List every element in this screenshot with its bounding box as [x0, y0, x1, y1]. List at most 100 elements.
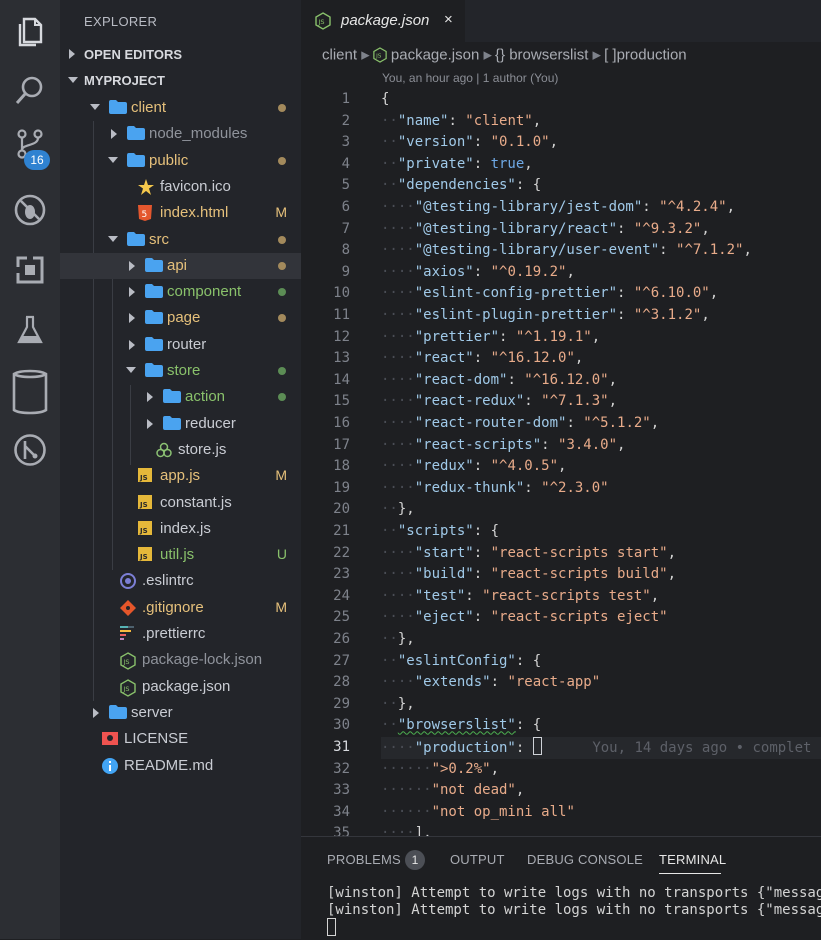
code-line[interactable]: 24 ····"test": "react-scripts test",	[301, 586, 821, 608]
code-text: ····"react-dom": "^16.12.0",	[381, 371, 618, 388]
tree-item[interactable]: favicon.ico	[60, 174, 301, 200]
tree-item[interactable]: store.js	[60, 437, 301, 463]
license-icon	[102, 731, 118, 747]
line-number: 12	[333, 328, 350, 345]
tree-item[interactable]: .gitignore M	[60, 595, 301, 621]
code-line[interactable]: 32 ······">0.2%",	[301, 759, 821, 781]
code-line[interactable]: 33 ······"not dead",	[301, 780, 821, 802]
code-line[interactable]: 21 ··"scripts": {	[301, 521, 821, 543]
tab-debug-console[interactable]: DEBUG CONSOLE	[527, 852, 643, 867]
code-line[interactable]: 23 ····"build": "react-scripts build",	[301, 564, 821, 586]
tab-problems[interactable]: PROBLEMS	[327, 852, 401, 867]
code-line[interactable]: 27 ··"eslintConfig": {	[301, 651, 821, 673]
tree-item[interactable]: JS app.js M	[60, 463, 301, 489]
tab-package-json[interactable]: JS package.json ×	[301, 0, 465, 42]
tree-item[interactable]: reducer	[60, 411, 301, 437]
code-line[interactable]: 12 ····"prettier": "^1.19.1",	[301, 327, 821, 349]
breadcrumb-object[interactable]: browserslist	[509, 47, 588, 64]
code-line[interactable]: 8 ····"@testing-library/user-event": "^7.…	[301, 240, 821, 262]
code-line[interactable]: 3 ··"version": "0.1.0",	[301, 132, 821, 154]
close-icon[interactable]: ×	[444, 11, 453, 28]
extensions-icon[interactable]	[10, 250, 50, 290]
code-line[interactable]: 15 ····"react-redux": "^7.1.3",	[301, 391, 821, 413]
flask-icon[interactable]	[10, 310, 50, 350]
project-section[interactable]: MYPROJECT	[60, 68, 301, 94]
terminal-line: [winston] Attempt to write logs with no …	[327, 902, 821, 918]
code-line[interactable]: 22 ····"start": "react-scripts start",	[301, 543, 821, 565]
database-icon[interactable]	[10, 368, 50, 416]
tree-item[interactable]: api	[60, 252, 301, 279]
code-line[interactable]: 16 ····"react-router-dom": "^5.1.2",	[301, 413, 821, 435]
git-graph-icon[interactable]	[10, 430, 50, 470]
tree-item[interactable]: .eslintrc	[60, 568, 301, 594]
tree-item[interactable]: router	[60, 332, 301, 358]
code-line[interactable]: 26 ··},	[301, 629, 821, 651]
codelens-blame[interactable]: You, an hour ago | 1 author (You)	[382, 71, 558, 85]
code-line[interactable]: 20 ··},	[301, 499, 821, 521]
breadcrumb-array[interactable]: production	[617, 47, 687, 64]
code-text: ····"@testing-library/user-event": "^7.1…	[381, 242, 752, 259]
code-line[interactable]: 29 ··},	[301, 694, 821, 716]
code-line[interactable]: 30 ··"browserslist": {	[301, 715, 821, 737]
tree-item[interactable]: JS package.json	[60, 674, 301, 700]
tab-output[interactable]: OUTPUT	[450, 852, 505, 867]
code-line[interactable]: 13 ····"react": "^16.12.0",	[301, 348, 821, 370]
tree-item[interactable]: store	[60, 358, 301, 384]
code-editor[interactable]: 1{2 ··"name": "client", 3 ··"version": "0.1…	[301, 89, 821, 836]
tree-item[interactable]: 5 index.html M	[60, 200, 301, 226]
active-tab-underline	[659, 873, 721, 874]
code-line[interactable]: 4 ··"private": true,	[301, 154, 821, 176]
line-number: 17	[333, 436, 350, 453]
tree-item[interactable]: action	[60, 384, 301, 410]
tree-item[interactable]: src	[60, 227, 301, 253]
tree-item[interactable]: JS package-lock.json	[60, 647, 301, 673]
tree-item[interactable]: LICENSE	[60, 726, 301, 752]
code-line[interactable]: 31 ····"production": You, 14 days ago • c…	[301, 737, 821, 759]
code-line[interactable]: 18 ····"redux": "^4.0.5",	[301, 456, 821, 478]
code-line[interactable]: 10 ····"eslint-config-prettier": "^6.10.0…	[301, 283, 821, 305]
code-text: ····"eslint-plugin-prettier": "^3.1.2",	[381, 307, 710, 323]
breadcrumb-file[interactable]: package.json	[391, 47, 479, 64]
tree-item[interactable]: node_modules	[60, 121, 301, 147]
terminal-line: [winston] Attempt to write logs with no …	[327, 885, 821, 901]
code-text: ··"name": "client",	[381, 112, 542, 129]
tree-item[interactable]: .prettierrc	[60, 621, 301, 647]
code-line[interactable]: 6 ····"@testing-library/jest-dom": "^4.2.…	[301, 197, 821, 219]
files-icon[interactable]	[10, 12, 50, 52]
chevron-down-icon	[126, 367, 136, 373]
code-line[interactable]: 14 ····"react-dom": "^16.12.0",	[301, 370, 821, 392]
line-number: 20	[333, 501, 350, 518]
tree-item[interactable]: page	[60, 305, 301, 331]
terminal-cursor[interactable]	[327, 918, 336, 936]
tree-item[interactable]: JS util.js U	[60, 542, 301, 568]
code-line[interactable]: 7 ····"@testing-library/react": "^9.3.2",	[301, 219, 821, 241]
open-editors-label: OPEN EDITORS	[84, 47, 183, 62]
open-editors-section[interactable]: OPEN EDITORS	[60, 42, 301, 68]
tree-item[interactable]: README.md	[60, 753, 301, 779]
tree-item[interactable]: JS index.js	[60, 516, 301, 542]
tree-item[interactable]: JS constant.js	[60, 490, 301, 516]
code-line[interactable]: 1{	[301, 89, 821, 111]
code-line[interactable]: 19 ····"redux-thunk": "^2.3.0"	[301, 478, 821, 500]
code-line[interactable]: 9 ····"axios": "^0.19.2",	[301, 262, 821, 284]
code-line[interactable]: 28 ····"extends": "react-app"	[301, 672, 821, 694]
code-line[interactable]: 11 ····"eslint-plugin-prettier": "^3.1.2"…	[301, 305, 821, 327]
tree-item[interactable]: server	[60, 700, 301, 726]
git-status-dot	[278, 393, 286, 402]
search-icon[interactable]	[10, 70, 50, 110]
code-line[interactable]: 2 ··"name": "client",	[301, 111, 821, 133]
tab-terminal[interactable]: TERMINAL	[659, 852, 726, 867]
tree-item[interactable]: client	[60, 95, 301, 121]
code-line[interactable]: 17 ····"react-scripts": "3.4.0",	[301, 435, 821, 457]
code-line[interactable]: 34 ······"not op_mini all"	[301, 802, 821, 824]
code-line[interactable]: 5 ··"dependencies": {	[301, 175, 821, 197]
code-text: ··},	[381, 631, 415, 647]
breadcrumb-folder[interactable]: client	[322, 47, 357, 64]
code-line[interactable]: 25 ····"eject": "react-scripts eject"	[301, 607, 821, 629]
tree-item[interactable]: public	[60, 148, 301, 174]
code-text: ··"version": "0.1.0",	[381, 134, 559, 151]
tree-item[interactable]: component	[60, 279, 301, 305]
line-number: 32	[333, 760, 350, 777]
code-line[interactable]: 35 ····],	[301, 823, 821, 836]
debug-icon[interactable]	[10, 190, 50, 230]
